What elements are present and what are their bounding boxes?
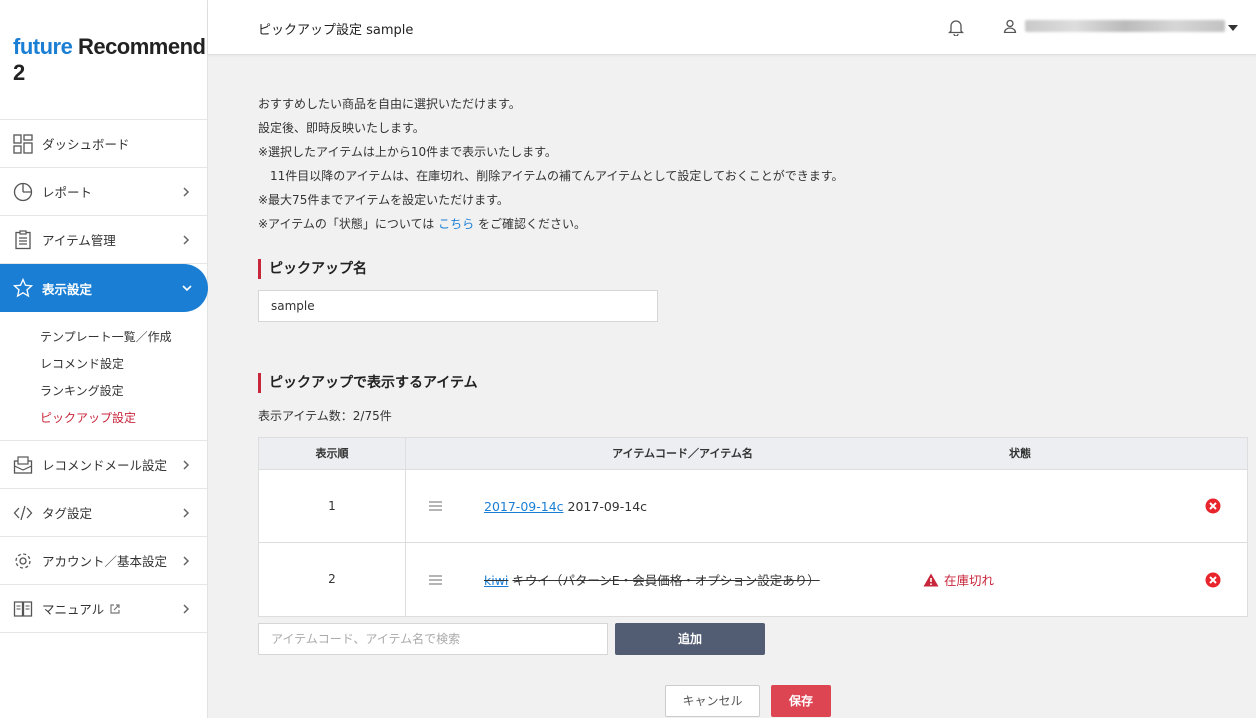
intro-line: 11件目以降のアイテムは、在庫切れ、削除アイテムの補てんアイテムとして設定してお… bbox=[270, 169, 844, 183]
item-name: キウイ（パターンE・会員価格・オプション設定あり） bbox=[512, 573, 820, 588]
item-name: 2017-09-14c bbox=[567, 498, 648, 514]
chevron-down-icon bbox=[182, 285, 192, 292]
table-header: 表示順 アイテムコード／アイテム名 状態 bbox=[259, 438, 1247, 470]
sidebar-item-label: レポート bbox=[42, 185, 93, 200]
user-menu[interactable] bbox=[1003, 19, 1225, 33]
intro-line: ※最大75件までアイテムを設定いただけます。 bbox=[258, 193, 509, 207]
column-header-status: 状態 bbox=[1009, 447, 1031, 460]
pickup-items-heading: ピックアップで表示するアイテム bbox=[258, 373, 478, 393]
intro-text: おすすめしたい商品を自由に選択いただけます。 設定後、即時反映いたします。 ※選… bbox=[258, 92, 1248, 236]
status-help-link[interactable]: こちら bbox=[438, 217, 474, 231]
intro-line6-pre: ※アイテムの「状態」については bbox=[258, 217, 435, 231]
code-icon bbox=[12, 502, 34, 524]
chevron-right-icon bbox=[183, 234, 190, 245]
submenu-item-pickup[interactable]: ピックアップ設定 bbox=[40, 405, 207, 432]
user-icon bbox=[1003, 19, 1017, 33]
star-icon bbox=[12, 277, 34, 299]
intro-line: 設定後、即時反映いたします。 bbox=[258, 121, 425, 135]
chevron-right-icon bbox=[183, 186, 190, 197]
status-text: 在庫切れ bbox=[944, 573, 995, 588]
caret-down-icon[interactable] bbox=[1228, 25, 1238, 31]
drag-handle-icon[interactable] bbox=[429, 501, 442, 511]
table-row: 1 2017-09-14c 2017-09-14c bbox=[259, 470, 1247, 543]
intro-line: ※選択したアイテムは上から10件まで表示いたします。 bbox=[258, 145, 557, 159]
book-icon bbox=[12, 598, 34, 620]
clipboard-icon bbox=[12, 229, 34, 251]
intro-line6-post: をご確認ください。 bbox=[477, 217, 586, 231]
sidebar-item-manual[interactable]: マニュアル bbox=[0, 585, 207, 633]
sidebar-item-display-settings[interactable]: 表示設定 bbox=[0, 264, 208, 312]
sidebar-item-label: タグ設定 bbox=[42, 506, 93, 521]
intro-line: ※アイテムの「状態」については こちら をご確認ください。 bbox=[258, 212, 1248, 236]
delete-icon[interactable] bbox=[1205, 572, 1221, 588]
chevron-right-icon bbox=[183, 459, 190, 470]
sidebar-item-dashboard[interactable]: ダッシュボード bbox=[0, 120, 207, 168]
cancel-button[interactable]: キャンセル bbox=[665, 685, 760, 717]
chevron-right-icon bbox=[183, 603, 190, 614]
display-settings-submenu: テンプレート一覧／作成 レコメンド設定 ランキング設定 ピックアップ設定 bbox=[0, 312, 207, 441]
item-cell: 2017-09-14c 2017-09-14c bbox=[484, 499, 647, 514]
dashboard-icon bbox=[12, 133, 34, 155]
item-code-link[interactable]: kiwi bbox=[484, 573, 508, 588]
submenu-item-recommend[interactable]: レコメンド設定 bbox=[40, 351, 207, 378]
row-order: 2 bbox=[259, 543, 406, 616]
table-row: 2 kiwi キウイ（パターンE・会員価格・オプション設定あり） 在庫切れ bbox=[259, 543, 1247, 616]
status-badge: 在庫切れ bbox=[923, 570, 994, 589]
drag-handle-icon[interactable] bbox=[429, 574, 442, 585]
external-link-icon bbox=[110, 603, 120, 614]
sidebar-item-report[interactable]: レポート bbox=[0, 168, 207, 216]
pickup-name-heading: ピックアップ名 bbox=[258, 259, 367, 279]
item-code-link[interactable]: 2017-09-14c bbox=[484, 499, 564, 514]
add-button[interactable]: 追加 bbox=[615, 623, 765, 655]
sidebar: future Recommend 2 ダッシュボード レポート アイテム管理 表… bbox=[0, 0, 208, 718]
main-content: おすすめしたい商品を自由に選択いただけます。 設定後、即時反映いたします。 ※選… bbox=[258, 56, 1248, 717]
item-search-input[interactable]: アイテムコード、アイテム名で検索 bbox=[258, 623, 608, 655]
column-header-order: 表示順 bbox=[259, 438, 406, 469]
app-logo[interactable]: future Recommend 2 bbox=[0, 0, 207, 120]
warning-icon bbox=[923, 573, 939, 586]
sidebar-item-item-management[interactable]: アイテム管理 bbox=[0, 216, 207, 264]
sidebar-item-recommend-mail[interactable]: レコメンドメール設定 bbox=[0, 441, 207, 489]
submenu-item-templates[interactable]: テンプレート一覧／作成 bbox=[40, 324, 207, 351]
item-cell: kiwi キウイ（パターンE・会員価格・オプション設定あり） bbox=[484, 570, 820, 589]
pickup-name-input[interactable]: sample bbox=[258, 290, 658, 322]
sidebar-item-tag-settings[interactable]: タグ設定 bbox=[0, 489, 207, 537]
sidebar-item-account-settings[interactable]: アカウント／基本設定 bbox=[0, 537, 207, 585]
sidebar-item-label: マニュアル bbox=[42, 602, 105, 617]
intro-line: おすすめしたい商品を自由に選択いただけます。 bbox=[258, 97, 521, 111]
save-button[interactable]: 保存 bbox=[771, 685, 831, 717]
pickup-items-table: 表示順 アイテムコード／アイテム名 状態 1 2017-09-14c 2017-0… bbox=[258, 437, 1248, 617]
column-header-item: アイテムコード／アイテム名 bbox=[612, 447, 753, 460]
user-name-redacted bbox=[1025, 20, 1225, 32]
chevron-right-icon bbox=[183, 555, 190, 566]
page-title: ピックアップ設定 sample bbox=[258, 23, 414, 38]
sidebar-item-label: レコメンドメール設定 bbox=[42, 458, 168, 473]
top-header: ピックアップ設定 sample bbox=[208, 0, 1256, 55]
logo-part1: future bbox=[13, 33, 73, 59]
chevron-right-icon bbox=[183, 507, 190, 518]
delete-icon[interactable] bbox=[1205, 498, 1221, 514]
row-order: 1 bbox=[259, 470, 406, 542]
sidebar-item-label: ダッシュボード bbox=[42, 137, 130, 152]
submenu-item-ranking[interactable]: ランキング設定 bbox=[40, 378, 207, 405]
bell-icon[interactable] bbox=[947, 18, 965, 39]
gear-icon bbox=[12, 550, 34, 572]
sidebar-item-label: 表示設定 bbox=[42, 281, 93, 297]
item-count: 表示アイテム数：2/75件 bbox=[258, 409, 392, 423]
mail-icon bbox=[12, 454, 34, 476]
sidebar-item-label: アイテム管理 bbox=[42, 233, 116, 248]
sidebar-item-label: アカウント／基本設定 bbox=[42, 554, 168, 569]
pie-chart-icon bbox=[12, 181, 34, 203]
